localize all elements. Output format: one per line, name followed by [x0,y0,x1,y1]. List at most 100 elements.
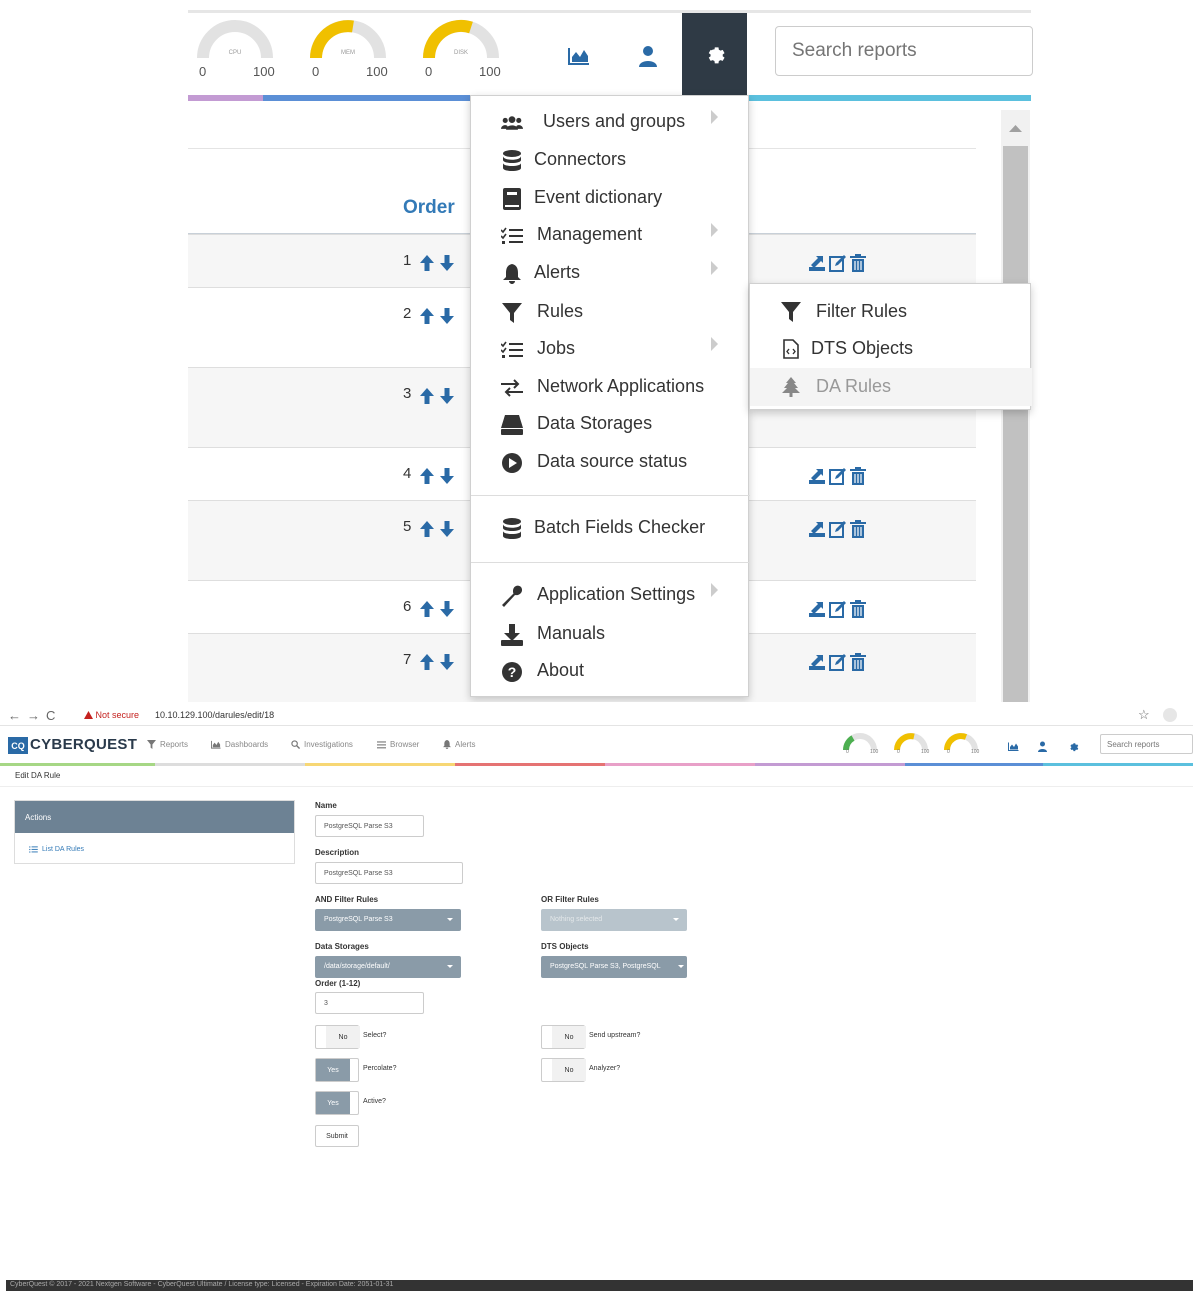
name-input[interactable] [315,815,424,837]
menu-item-batch-fields-checker[interactable]: Batch Fields Checker [471,510,750,546]
edit-icon[interactable] [829,520,847,538]
dts-objects-select[interactable]: PostgreSQL Parse S3, PostgreSQL [541,956,687,978]
actions-panel: Actions List DA Rules [14,800,295,864]
edit-icon[interactable] [829,467,847,485]
user-icon[interactable] [1036,740,1048,752]
menu-item-network-applications[interactable]: Network Applications [471,369,750,405]
arrow-up-icon[interactable] [420,521,434,537]
arrow-down-icon[interactable] [440,601,454,617]
arrow-up-icon[interactable] [420,308,434,324]
search-input-zoomed[interactable] [775,26,1033,76]
nav-alerts[interactable]: Alerts [443,740,475,749]
nav-dashboards[interactable]: Dashboards [211,740,268,749]
submenu-item-filter-rules[interactable]: Filter Rules [750,293,1032,331]
edit-icon[interactable] [829,600,847,618]
arrow-down-icon[interactable] [440,521,454,537]
search-input[interactable] [1100,734,1193,754]
trash-icon[interactable] [850,520,866,538]
menu-item-users-and-groups[interactable]: Users and groups [471,104,750,140]
nav-investigations[interactable]: Investigations [291,740,353,749]
scrollbar-thumb[interactable] [1003,146,1028,702]
export-icon[interactable] [808,600,826,618]
select-toggle[interactable]: No [315,1025,360,1049]
not-secure-warning[interactable]: Not secure [84,710,139,720]
data-storages-label: Data Storages [315,942,369,951]
arrow-up-icon[interactable] [420,601,434,617]
send-upstream-label: Send upstream? [589,1032,641,1039]
or-filter-rules-label: OR Filter Rules [541,895,599,904]
export-icon[interactable] [808,520,826,538]
logo-text[interactable]: CYBERQUEST [30,736,137,753]
order-column-header[interactable]: Order [403,197,455,219]
menu-item-rules[interactable]: Rules [471,294,750,330]
gear-icon[interactable] [1067,740,1079,752]
submenu-item-dts-objects[interactable]: DTS Objects [750,330,1032,368]
arrow-down-icon[interactable] [440,308,454,324]
menu-item-data-source-status[interactable]: Data source status [471,444,750,480]
arrow-down-icon[interactable] [440,468,454,484]
submit-button[interactable]: Submit [315,1125,359,1147]
export-icon[interactable] [808,653,826,671]
submenu-item-da-rules[interactable]: DA Rules [750,368,1032,406]
arrow-up-icon[interactable] [420,654,434,670]
description-input[interactable] [315,862,463,884]
list-da-rules-link[interactable]: List DA Rules [29,846,84,853]
trash-icon[interactable] [850,254,866,272]
warning-icon [84,711,93,719]
menu-item-alerts[interactable]: Alerts [471,255,750,291]
chevron-right-icon [711,110,718,124]
menu-item-manuals[interactable]: Manuals [471,616,750,652]
menu-item-jobs[interactable]: Jobs [471,331,750,367]
data-storages-select[interactable]: /data/storage/default/ [315,956,461,978]
svg-text:?: ? [508,664,517,680]
database-icon [501,150,523,172]
profile-avatar[interactable] [1163,708,1177,722]
select-label: Select? [363,1032,387,1039]
edit-icon[interactable] [829,254,847,272]
disk-gauge-small: 0 100 [943,732,979,758]
user-icon[interactable] [628,36,668,76]
nav-browser[interactable]: Browser [377,740,419,749]
scroll-up-icon[interactable] [1001,110,1030,140]
order-input[interactable] [315,992,424,1014]
list-icon [377,740,386,748]
analyzer-toggle[interactable]: No [541,1058,586,1082]
arrow-up-icon[interactable] [420,468,434,484]
menu-item-application-settings[interactable]: Application Settings [471,577,750,613]
chart-area-icon[interactable] [559,36,599,76]
menu-item-connectors[interactable]: Connectors [471,142,750,178]
or-filter-rules-select[interactable]: Nothing selected [541,909,687,931]
arrow-up-icon[interactable] [420,255,434,271]
settings-gear-button[interactable] [682,13,747,95]
percolate-toggle[interactable]: Yes [315,1058,359,1082]
arrow-down-icon[interactable] [440,654,454,670]
analyzer-label: Analyzer? [589,1065,621,1072]
menu-item-data-storages[interactable]: Data Storages [471,406,750,442]
trash-icon[interactable] [850,653,866,671]
wrench-icon [501,585,523,607]
trash-icon[interactable] [850,600,866,618]
export-icon[interactable] [808,254,826,272]
actions-panel-title: Actions [15,801,294,833]
export-icon[interactable] [808,467,826,485]
browser-nav-icons[interactable]: ←→C [8,708,61,723]
arrow-down-icon[interactable] [440,255,454,271]
arrow-down-icon[interactable] [440,388,454,404]
bookmark-star-icon[interactable]: ☆ [1138,707,1150,723]
menu-item-event-dictionary[interactable]: Event dictionary [471,180,750,216]
menu-item-about[interactable]: ? About [471,653,750,689]
nav-reports[interactable]: Reports [147,740,188,749]
logo-mark[interactable]: CQ [8,737,28,754]
arrow-up-icon[interactable] [420,388,434,404]
edit-icon[interactable] [829,653,847,671]
chart-area-icon[interactable] [1007,740,1019,752]
send-upstream-toggle[interactable]: No [541,1025,586,1049]
and-filter-rules-select[interactable]: PostgreSQL Parse S3 [315,909,461,931]
url-text[interactable]: 10.10.129.100/darules/edit/18 [155,710,274,720]
active-toggle[interactable]: Yes [315,1091,359,1115]
list-icon [29,846,38,853]
caret-down-icon [447,965,453,968]
percolate-label: Percolate? [363,1065,397,1072]
trash-icon[interactable] [850,467,866,485]
menu-item-management[interactable]: Management [471,217,750,253]
